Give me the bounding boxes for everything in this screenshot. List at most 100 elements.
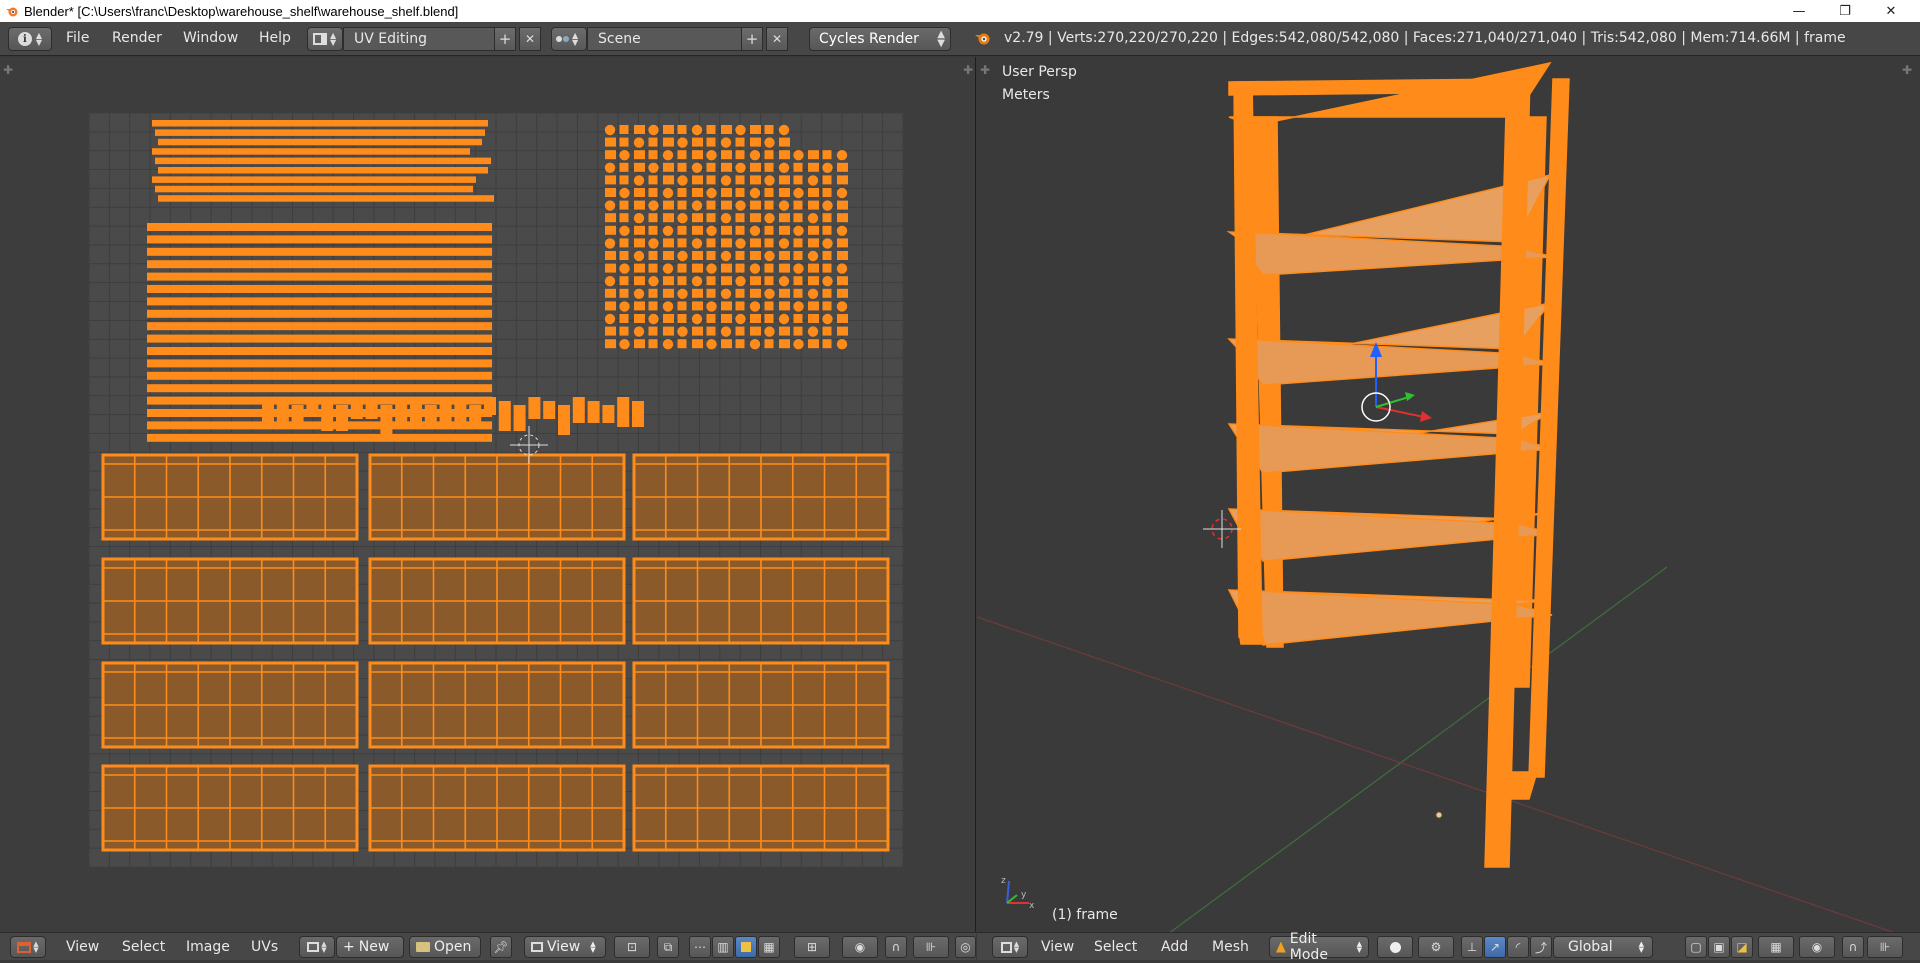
select-edge-mode-button[interactable]: ▥ <box>712 936 734 958</box>
solid-shading-icon <box>1389 941 1401 953</box>
proportional-edit-icon: ◉ <box>1811 940 1823 954</box>
area-split-corner-icon[interactable]: ✚ <box>963 63 973 77</box>
scene-browse-button[interactable]: ▲ ▼ <box>551 27 587 51</box>
updown-arrows-icon: ▲ ▼ <box>33 940 39 954</box>
uv-canvas[interactable] <box>0 57 976 932</box>
uv-menu-view[interactable]: View <box>66 939 99 955</box>
vertex-select-mode-button[interactable]: ▣ <box>1708 936 1730 958</box>
uv-shelf-island <box>632 453 890 541</box>
screen-layout-name-field[interactable]: UV Editing <box>343 27 501 51</box>
scene-statistics: v2.79 | Verts:270,220/270,220 | Edges:54… <box>1004 30 1846 46</box>
uv-menu-uvs[interactable]: UVs <box>251 939 278 955</box>
manipulator-icon: ⊥ <box>1466 940 1478 954</box>
proportional-edit-dropdown[interactable]: ◉ <box>1799 936 1835 958</box>
editor-type-button[interactable]: ▲ ▼ <box>10 936 46 958</box>
screen-layout-browse-button[interactable]: ▲ ▼ <box>307 27 343 51</box>
3d-menu-add[interactable]: Add <box>1161 939 1188 955</box>
occlude-geometry-button[interactable]: ▦ <box>1758 936 1794 958</box>
render-engine-dropdown[interactable]: Cycles Render ▲ ▼ <box>809 27 951 51</box>
menu-help[interactable]: Help <box>259 30 291 46</box>
edge-select-mode-button[interactable]: ◪ <box>1731 936 1753 958</box>
pivot-icon: ⊡ <box>626 940 638 954</box>
3d-viewport[interactable]: ✚ ✚ User Persp Meters (1) frame z yx <box>977 57 1920 932</box>
view-mode-label: View <box>547 939 581 955</box>
units-label: Meters <box>1002 87 1050 103</box>
select-face-mode-button[interactable] <box>735 936 757 958</box>
new-image-button[interactable]: + New <box>336 936 404 958</box>
window-title: Blender* [C:\Users\franc\Desktop\warehou… <box>24 3 459 19</box>
blender-logo-icon <box>4 4 20 18</box>
minimize-button[interactable]: — <box>1776 0 1822 22</box>
snap-toggle-button[interactable]: ∩ <box>1842 936 1864 958</box>
render-engine-label: Cycles Render <box>819 31 919 47</box>
editor-type-button[interactable]: ▲ ▼ <box>992 936 1028 958</box>
layer-button[interactable]: ▢ <box>1685 936 1707 958</box>
close-window-button[interactable]: ✕ <box>1868 0 1914 22</box>
uv-shelf-island <box>632 764 890 852</box>
image-view-dropdown[interactable]: View ▲ ▼ <box>524 936 606 958</box>
top-beam <box>1228 78 1514 96</box>
area-split-corner-icon[interactable]: ✚ <box>3 63 13 77</box>
rotate-manipulator-button[interactable]: ◜ <box>1507 936 1529 958</box>
uv-shelf-island <box>632 661 890 749</box>
open-image-button[interactable]: Open <box>409 936 481 958</box>
menu-window[interactable]: Window <box>183 30 238 46</box>
image-browse-button[interactable]: ▲ ▼ <box>299 936 335 958</box>
proportional-edit-dropdown[interactable]: ◉ <box>842 936 878 958</box>
svg-text:z: z <box>1001 876 1006 886</box>
scale-manipulator-button[interactable]: ⤴ <box>1530 936 1552 958</box>
editor-type-info-button[interactable]: i ▲ ▼ <box>8 27 52 51</box>
menu-file[interactable]: File <box>66 30 89 46</box>
plus-icon: + <box>343 939 355 955</box>
transform-orientation-dropdown[interactable]: Global ▲ ▼ <box>1553 936 1653 958</box>
snap-toggle-button[interactable]: ∩ <box>885 936 907 958</box>
render-slot-button[interactable]: ◎ <box>955 936 976 958</box>
viewport-canvas[interactable] <box>977 57 1920 932</box>
add-layout-button[interactable]: + <box>494 27 516 51</box>
shelf-mesh <box>1226 61 1570 868</box>
select-island-mode-button[interactable]: ▦ <box>758 936 780 958</box>
uv-shelf-island <box>101 453 359 541</box>
manipulator-toggle[interactable]: ⊥ <box>1461 936 1483 958</box>
pivot-dropdown[interactable]: ⊡ <box>614 936 650 958</box>
3d-menu-select[interactable]: Select <box>1094 939 1137 955</box>
viewport-shading-dropdown[interactable] <box>1377 936 1413 958</box>
area-split-corner-icon[interactable]: ✚ <box>980 63 990 77</box>
updown-arrows-icon: ▲ ▼ <box>572 31 579 47</box>
interaction-mode-dropdown[interactable]: Edit Mode ▲ ▼ <box>1269 931 1369 963</box>
uv-shelf-island <box>368 453 626 541</box>
add-scene-button[interactable]: + <box>741 27 763 51</box>
snap-element-dropdown[interactable]: ⊪ <box>913 936 949 958</box>
y-manipulator-axis <box>1375 396 1410 408</box>
sticky-select-button[interactable]: ⧉ <box>657 936 679 958</box>
uv-menu-image[interactable]: Image <box>186 939 230 955</box>
scene-icon <box>556 36 569 42</box>
uv-menu-select[interactable]: Select <box>122 939 165 955</box>
area-split-corner-icon[interactable]: ✚ <box>1902 63 1912 77</box>
vertex-select-icon: ▣ <box>1713 940 1725 954</box>
snap-element-dropdown[interactable]: ⊪ <box>1867 936 1903 958</box>
sticky-select-icon: ⧉ <box>663 939 673 954</box>
translate-manipulator-button[interactable]: ↗ <box>1484 936 1506 958</box>
rotate-icon: ◜ <box>1515 940 1521 954</box>
pin-button[interactable]: 📌︎ <box>490 936 512 958</box>
menu-render[interactable]: Render <box>112 30 162 46</box>
x-manipulator-axis <box>1375 406 1425 418</box>
arrow-icon: ↗ <box>1489 940 1501 954</box>
remove-layout-button[interactable]: ✕ <box>519 27 541 51</box>
grid-x-axis-line <box>977 616 1895 932</box>
pivot-point-dropdown[interactable]: ⚙ <box>1418 936 1454 958</box>
plus-icon: + <box>498 30 512 48</box>
orientation-label: Global <box>1568 939 1613 955</box>
uv-image-editor[interactable]: ✚ ✚ <box>0 57 976 932</box>
uv-sync-dropdown[interactable]: ⊞ <box>794 936 830 958</box>
snap-element-icon: ⊪ <box>925 940 937 954</box>
scene-name-field[interactable]: Scene <box>587 27 745 51</box>
3d-menu-view[interactable]: View <box>1041 939 1074 955</box>
remove-scene-button[interactable]: ✕ <box>766 27 788 51</box>
restore-button[interactable]: ❐ <box>1822 0 1868 22</box>
island-select-icon: ▦ <box>763 940 775 954</box>
select-vertex-mode-button[interactable]: ⋯ <box>689 936 711 958</box>
open-label: Open <box>434 939 472 955</box>
3d-menu-mesh[interactable]: Mesh <box>1212 939 1249 955</box>
